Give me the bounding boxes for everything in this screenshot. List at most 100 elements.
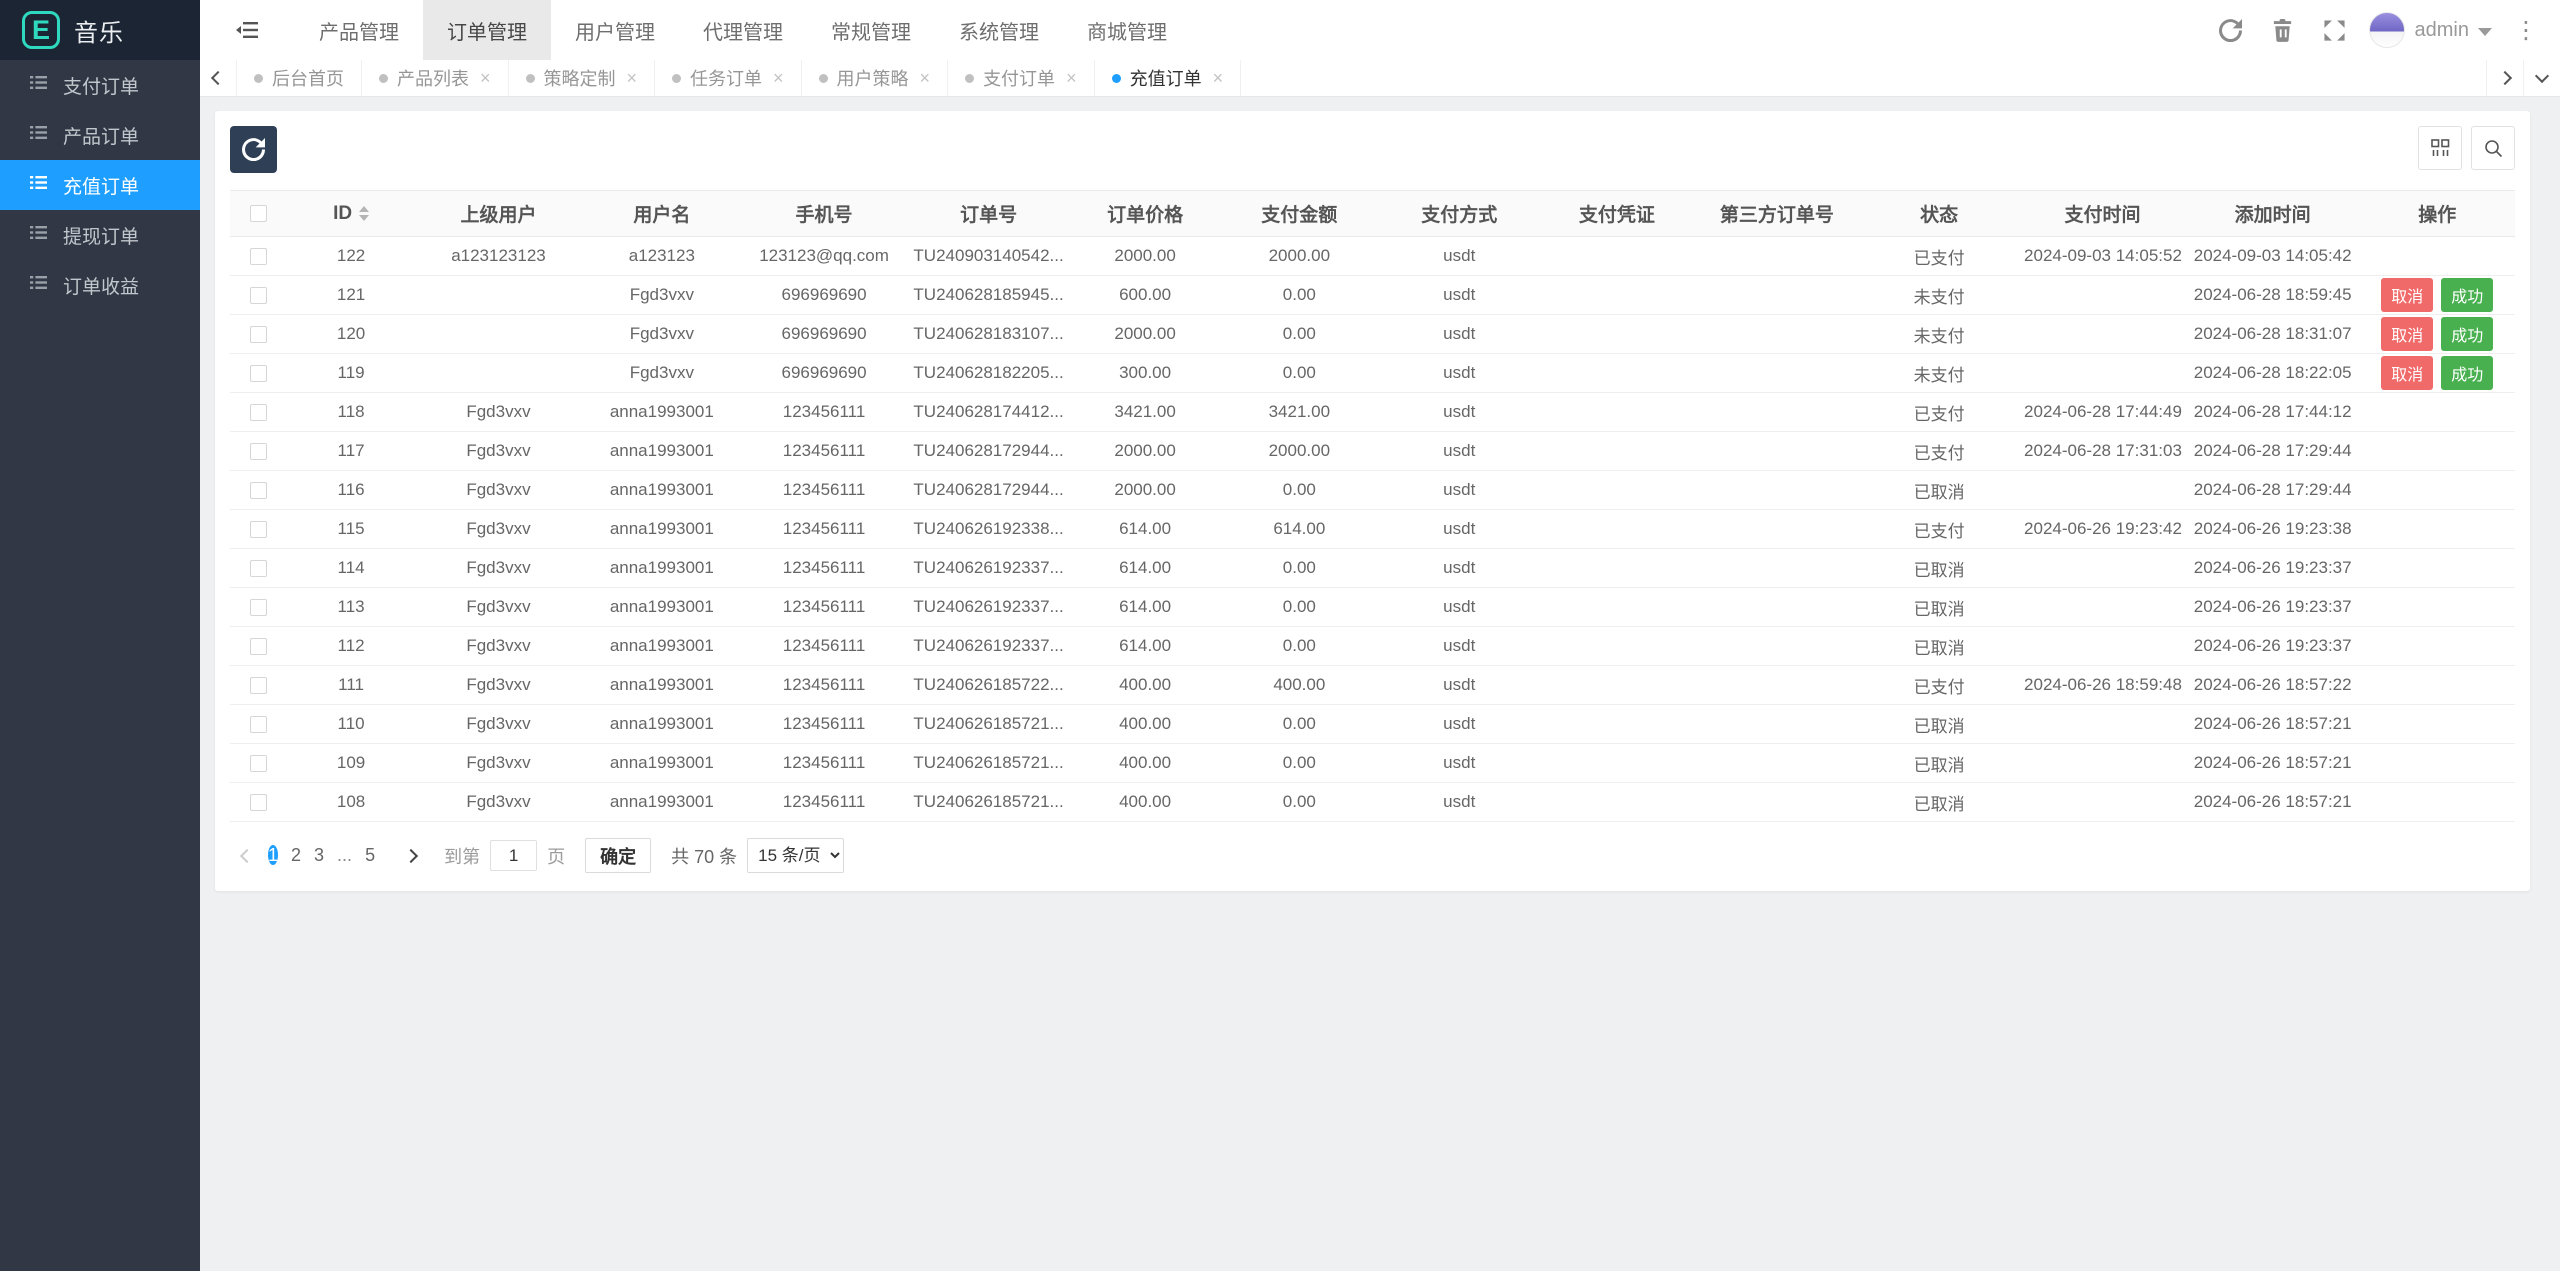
pagination-page[interactable]: 2 — [291, 845, 301, 865]
row-checkbox[interactable] — [250, 404, 267, 421]
sidebar-item[interactable]: 支付订单 — [0, 60, 200, 110]
cancel-order-button[interactable]: 取消 — [2381, 356, 2433, 390]
table-row: 109Fgd3vxvanna1993001123456111TU24062618… — [230, 744, 2515, 783]
table-row: 108Fgd3vxvanna1993001123456111TU24062618… — [230, 783, 2515, 822]
top-nav-item[interactable]: 产品管理 — [295, 0, 423, 60]
jump-prefix-label: 到第 — [444, 843, 480, 869]
row-checkbox[interactable] — [250, 560, 267, 577]
close-tab-icon[interactable]: × — [627, 68, 638, 89]
row-checkbox[interactable] — [250, 287, 267, 304]
tab-item[interactable]: 支付订单× — [948, 60, 1095, 96]
cell-parent_user: Fgd3vxv — [415, 393, 582, 432]
cell-parent_user: Fgd3vxv — [415, 783, 582, 822]
cell-pay_time: 2024-06-28 17:31:03 — [2019, 432, 2186, 471]
sidebar-item[interactable]: 充值订单 — [0, 160, 200, 210]
page-jump-input[interactable] — [490, 840, 537, 871]
row-checkbox[interactable] — [250, 326, 267, 343]
column-header-pay_voucher: 支付凭证 — [1539, 191, 1694, 237]
confirm-success-button[interactable]: 成功 — [2441, 317, 2493, 351]
row-checkbox[interactable] — [250, 638, 267, 655]
column-header-price: 订单价格 — [1071, 191, 1220, 237]
top-nav-item[interactable]: 系统管理 — [935, 0, 1063, 60]
tab-item[interactable]: 策略定制× — [509, 60, 656, 96]
row-checkbox[interactable] — [250, 443, 267, 460]
table-search-button[interactable] — [2471, 126, 2515, 170]
page-size-select[interactable]: 15 条/页 — [747, 838, 844, 873]
cell-actions — [2360, 237, 2516, 276]
more-menu-icon[interactable]: ⋮ — [2498, 16, 2548, 45]
close-tab-icon[interactable]: × — [480, 68, 491, 89]
refresh-icon[interactable] — [2205, 0, 2257, 60]
cell-pay_method: usdt — [1379, 237, 1539, 276]
confirm-success-button[interactable]: 成功 — [2441, 356, 2493, 390]
cell-pay_voucher — [1539, 393, 1694, 432]
column-header-paid_amount: 支付金额 — [1219, 191, 1379, 237]
top-nav-item[interactable]: 用户管理 — [551, 0, 679, 60]
cell-actions — [2360, 393, 2516, 432]
tab-item[interactable]: 后台首页 — [237, 60, 362, 96]
cell-order_no: TU240903140542... — [906, 237, 1071, 276]
cell-parent_user: a123123123 — [415, 237, 582, 276]
columns-toggle-button[interactable] — [2418, 126, 2462, 170]
row-checkbox[interactable] — [250, 755, 267, 772]
pagination-next-button[interactable] — [406, 845, 416, 866]
cell-status: 未支付 — [1859, 276, 2019, 315]
pagination-page[interactable]: 1 — [268, 845, 278, 865]
tab-item[interactable]: 任务订单× — [655, 60, 802, 96]
close-tab-icon[interactable]: × — [1213, 68, 1224, 89]
page-jump-confirm-button[interactable]: 确定 — [585, 838, 651, 873]
row-checkbox[interactable] — [250, 365, 267, 382]
confirm-success-button[interactable]: 成功 — [2441, 278, 2493, 312]
chevron-right-icon — [2498, 71, 2512, 85]
row-checkbox[interactable] — [250, 248, 267, 265]
chevron-left-icon — [240, 849, 254, 863]
trash-icon[interactable] — [2257, 0, 2309, 60]
tab-bar: 后台首页产品列表×策略定制×任务订单×用户策略×支付订单×充值订单× — [200, 60, 2560, 97]
table-refresh-button[interactable] — [230, 126, 277, 173]
pagination-page[interactable]: 5 — [365, 845, 375, 865]
top-nav-item[interactable]: 订单管理 — [423, 0, 551, 60]
sidebar-item[interactable]: 提现订单 — [0, 210, 200, 260]
top-nav-item[interactable]: 常规管理 — [807, 0, 935, 60]
cancel-order-button[interactable]: 取消 — [2381, 317, 2433, 351]
row-checkbox[interactable] — [250, 794, 267, 811]
tabs-scroll-left-button[interactable] — [200, 60, 237, 96]
row-checkbox[interactable] — [250, 482, 267, 499]
cell-third_order_no — [1695, 276, 1860, 315]
column-label: 状态 — [1920, 205, 1958, 226]
tabs-menu-button[interactable] — [2523, 60, 2560, 96]
brand-logo[interactable]: E 音乐 — [0, 0, 200, 60]
cell-add_time: 2024-06-26 18:57:22 — [2186, 666, 2360, 705]
row-checkbox[interactable] — [250, 599, 267, 616]
sidebar-item[interactable]: 产品订单 — [0, 110, 200, 160]
cell-paid_amount: 0.00 — [1219, 549, 1379, 588]
sort-icon[interactable] — [359, 206, 369, 221]
tab-item[interactable]: 产品列表× — [362, 60, 509, 96]
cell-third_order_no — [1695, 705, 1860, 744]
table-row: 116Fgd3vxvanna1993001123456111TU24062817… — [230, 471, 2515, 510]
row-checkbox[interactable] — [250, 716, 267, 733]
tab-status-dot-icon — [379, 74, 388, 83]
header-actions: admin ⋮ — [2205, 0, 2560, 60]
row-checkbox[interactable] — [250, 521, 267, 538]
avatar[interactable] — [2369, 12, 2405, 48]
tab-item[interactable]: 用户策略× — [802, 60, 949, 96]
pagination-page[interactable]: 3 — [314, 845, 324, 865]
top-nav-item[interactable]: 商城管理 — [1063, 0, 1191, 60]
user-name[interactable]: admin — [2415, 19, 2469, 42]
top-nav-item[interactable]: 代理管理 — [679, 0, 807, 60]
chevron-down-icon[interactable] — [2478, 28, 2492, 36]
fullscreen-icon[interactable] — [2309, 0, 2361, 60]
close-tab-icon[interactable]: × — [920, 68, 931, 89]
pagination-prev-button[interactable] — [242, 845, 252, 866]
cancel-order-button[interactable]: 取消 — [2381, 278, 2433, 312]
cell-pay_method: usdt — [1379, 705, 1539, 744]
close-tab-icon[interactable]: × — [1066, 68, 1077, 89]
select-all-checkbox[interactable] — [250, 205, 267, 222]
row-checkbox[interactable] — [250, 677, 267, 694]
collapse-menu-icon[interactable] — [200, 0, 295, 60]
sidebar-item[interactable]: 订单收益 — [0, 260, 200, 310]
tab-item[interactable]: 充值订单× — [1095, 60, 1242, 96]
close-tab-icon[interactable]: × — [773, 68, 784, 89]
tabs-scroll-right-button[interactable] — [2486, 60, 2523, 96]
